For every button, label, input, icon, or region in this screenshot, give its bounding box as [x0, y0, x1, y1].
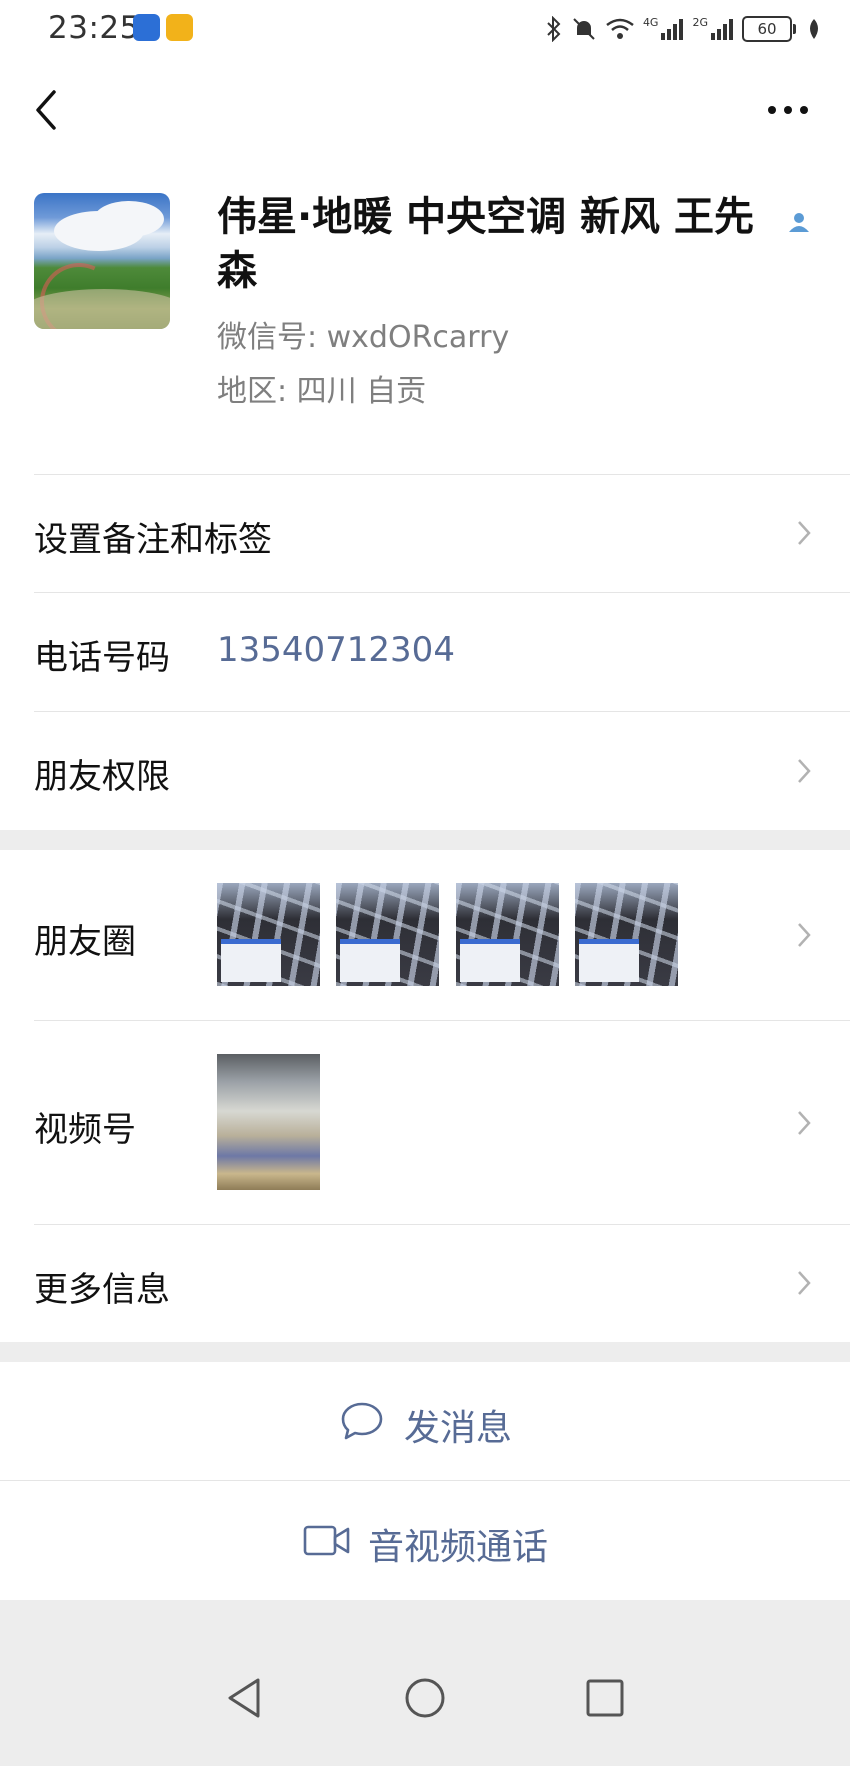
back-chevron-icon[interactable]: [26, 82, 66, 138]
send-message-button[interactable]: 发消息: [0, 1362, 850, 1480]
moments-thumbnail: [336, 883, 439, 986]
video-call-button[interactable]: 音视频通话: [0, 1480, 850, 1600]
channels-label: 视频号: [34, 1110, 136, 1150]
chevron-right-icon: [798, 1111, 811, 1135]
region: 地区: 四川 自贡: [217, 374, 427, 409]
more-dots-icon[interactable]: [764, 96, 812, 124]
person-badge-icon: [789, 213, 809, 232]
moments-thumbnail: [575, 883, 678, 986]
nav-recents-icon[interactable]: [585, 1678, 625, 1718]
status-icons: 4G 2G 60: [545, 12, 822, 46]
chevron-right-icon: [798, 1271, 811, 1295]
video-call-label: 音视频通话: [368, 1527, 549, 1568]
signal-icon-2: [711, 19, 733, 40]
moments-label: 朋友圈: [34, 922, 136, 962]
friend-permissions-row[interactable]: 朋友权限: [0, 711, 850, 830]
video-camera-icon: [303, 1525, 350, 1556]
divider: [34, 474, 850, 475]
divider: [0, 1480, 850, 1481]
more-info-row[interactable]: 更多信息: [0, 1224, 850, 1342]
divider: [34, 1224, 850, 1225]
car-app-notification-icon: [133, 14, 160, 41]
leaf-icon: [810, 19, 818, 39]
chevron-right-icon: [798, 521, 811, 545]
avatar[interactable]: [34, 193, 170, 329]
divider: [34, 592, 850, 593]
phone-row: 电话号码 13540712304: [0, 592, 850, 711]
system-nav-bar: [0, 1600, 850, 1766]
chevron-right-icon: [798, 923, 811, 947]
divider: [34, 711, 850, 712]
chat-bubble-icon: [341, 1402, 383, 1440]
wechat-id: 微信号: wxdORcarry: [217, 320, 510, 355]
avatar-cloud: [94, 201, 164, 237]
channels-thumbnail: [217, 1054, 320, 1190]
status-time: 23:25: [48, 10, 140, 46]
wifi-icon: [606, 18, 634, 39]
profile-header: 伟星·地暖 中央空调 新风 王先森 微信号: wxdORcarry 地区: 四川…: [0, 160, 850, 474]
remark-tags-row[interactable]: 设置备注和标签: [0, 474, 850, 592]
network-type-2: 2G: [692, 15, 708, 29]
phone-number-link[interactable]: 13540712304: [217, 630, 455, 670]
phone-label: 电话号码: [34, 638, 170, 678]
channels-row[interactable]: 视频号: [0, 1020, 850, 1224]
bluetooth-icon: [547, 16, 561, 42]
signal-icon: [661, 19, 684, 40]
moments-thumbnail: [456, 883, 559, 986]
game-app-notification-icon: [166, 14, 193, 41]
send-message-label: 发消息: [404, 1408, 513, 1449]
contact-name: 伟星·地暖 中央空调 新风 王先森: [217, 190, 787, 298]
more-info-label: 更多信息: [34, 1270, 170, 1310]
network-type-1: 4G: [642, 15, 659, 29]
remark-tags-label: 设置备注和标签: [34, 520, 272, 560]
contact-name-text: 伟星·地暖 中央空调 新风 王先森: [217, 194, 754, 294]
moments-row[interactable]: 朋友圈: [0, 850, 850, 1020]
avatar-hill: [34, 289, 170, 329]
chevron-right-icon: [798, 759, 811, 783]
mute-bell-icon: [573, 18, 595, 40]
battery-icon: 60: [742, 16, 796, 42]
nav-back-icon[interactable]: [224, 1676, 264, 1720]
nav-bar: [0, 60, 850, 160]
friend-permissions-label: 朋友权限: [34, 757, 170, 797]
moments-thumbnail: [217, 883, 320, 986]
nav-home-icon[interactable]: [403, 1676, 447, 1720]
status-bar: 23:25 4G 2G 60: [0, 0, 850, 60]
divider: [34, 1020, 850, 1021]
